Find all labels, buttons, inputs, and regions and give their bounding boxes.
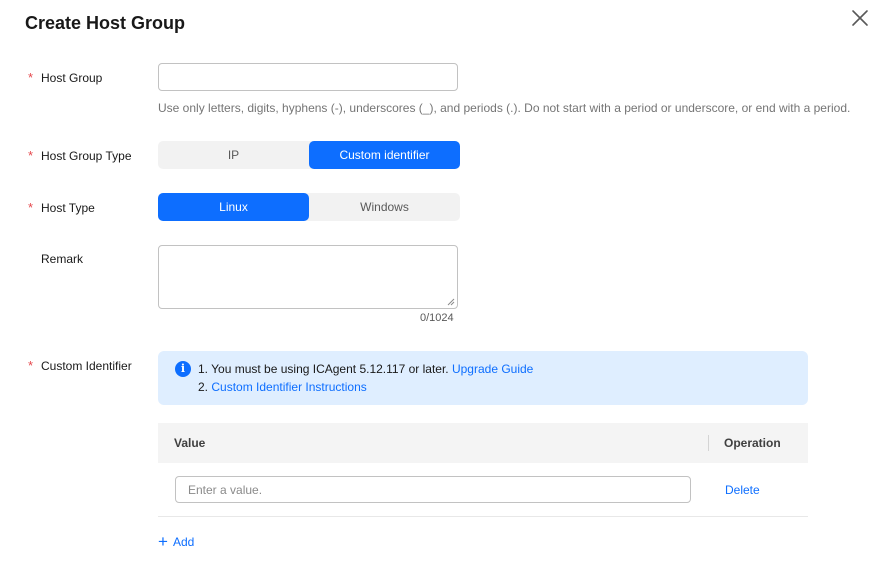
required-marker: * [28,200,34,215]
host-group-type-option-ip[interactable]: IP [158,141,309,169]
dialog-title: Create Host Group [25,13,186,33]
host-group-type-label: Host Group Type [41,149,132,163]
column-divider [708,435,709,451]
info-notice: i 1. You must be using ICAgent 5.12.117 … [158,351,808,405]
remark-label-row: Remark [28,252,83,266]
resize-handle-icon[interactable] [447,298,455,306]
delete-row-button[interactable]: Delete [725,483,760,497]
plus-icon: + [158,532,168,551]
add-row-button[interactable]: + Add [158,533,194,550]
host-group-label: Host Group [41,71,103,85]
remark-textarea[interactable] [158,245,458,309]
info-icon: i [175,361,191,377]
add-row-label: Add [172,534,195,549]
custom-identifier-instructions-link[interactable]: Custom Identifier Instructions [211,380,366,394]
required-marker: * [28,148,34,163]
host-group-label-row: * Host Group [28,70,102,85]
host-type-option-linux[interactable]: Linux [158,193,309,221]
notice-line-1: 1. You must be using ICAgent 5.12.117 or… [198,362,533,376]
required-marker: * [28,358,34,373]
remark-label: Remark [41,252,84,266]
host-type-label-row: * Host Type [28,200,95,215]
upgrade-guide-link[interactable]: Upgrade Guide [452,362,533,376]
host-type-label: Host Type [41,201,95,215]
column-header-value: Value [174,436,206,450]
custom-identifier-label-row: * Custom Identifier [28,358,132,373]
host-group-type-toggle: IP Custom identifier [158,141,460,169]
value-input[interactable] [175,476,691,503]
host-group-hint: Use only letters, digits, hyphens (-), u… [158,101,851,115]
custom-identifier-label: Custom Identifier [41,359,132,373]
remark-char-counter: 0/1024 [420,312,454,324]
host-type-option-windows[interactable]: Windows [309,193,460,221]
table-header: Value Operation [158,423,808,463]
column-header-operation: Operation [724,436,781,450]
required-marker: * [28,70,34,85]
host-group-input[interactable] [158,63,458,91]
notice-line-2: 2. Custom Identifier Instructions [198,380,367,394]
table-row: Delete [158,463,808,517]
close-icon[interactable] [848,6,872,30]
notice-line-1-text: 1. You must be using ICAgent 5.12.117 or… [198,362,449,376]
host-group-type-label-row: * Host Group Type [28,148,132,163]
notice-line-2-prefix: 2. [198,380,209,394]
host-type-toggle: Linux Windows [158,193,460,221]
host-group-type-option-custom-identifier[interactable]: Custom identifier [309,141,460,169]
